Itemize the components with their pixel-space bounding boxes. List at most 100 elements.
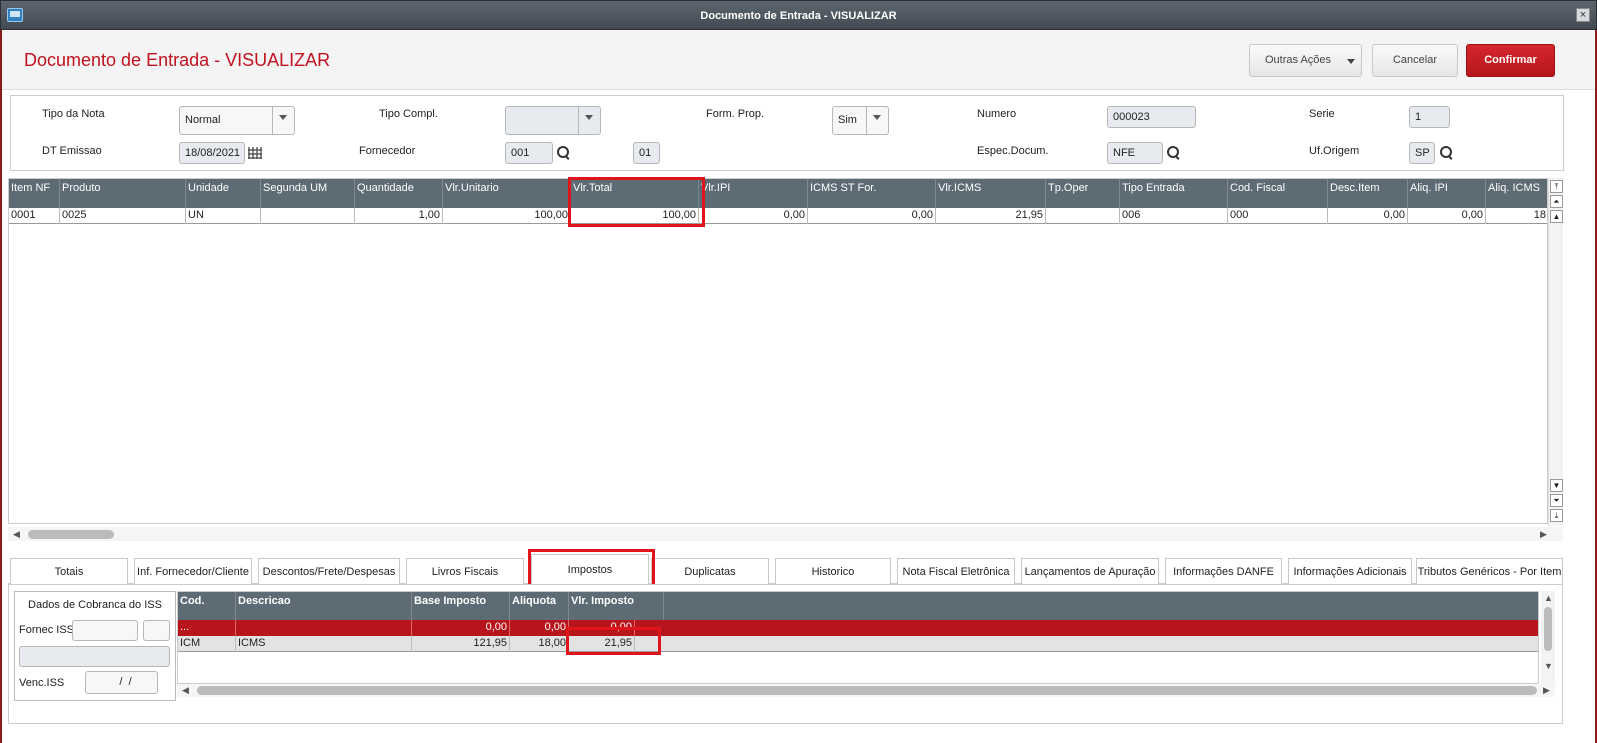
fornecedor-field[interactable]: 001 [505,142,553,164]
cell: 0025 [60,208,186,224]
cell: 0,00 [510,620,569,636]
search-icon[interactable] [1167,146,1181,160]
tab-descontos[interactable]: Descontos/Frete/Despesas [258,558,400,584]
column-header[interactable]: Quantidade [355,179,443,208]
highlight-vlr-total [568,177,705,227]
tax-grid: Cod. Descricao Base Imposto Aliquota Vlr… [177,591,1539,684]
column-header[interactable]: Produto [60,179,186,208]
cancel-button[interactable]: Cancelar [1372,44,1458,77]
scroll-down-icon[interactable]: ▼ [1550,479,1563,492]
page-header: Documento de Entrada - VISUALIZAR Outras… [2,30,1595,90]
dt-emissao-field[interactable]: 18/08/2021 [179,142,245,164]
table-row[interactable]: ICM ICMS 121,95 18,00 21,95 [178,636,1538,652]
scroll-up-icon[interactable]: ▲ [1550,210,1563,223]
column-header[interactable]: Descricao [236,592,412,621]
items-grid-header: Item NF Produto Unidade Segunda UM Quant… [9,179,1547,208]
scroll-thumb[interactable] [1544,607,1552,651]
tab-info-adicionais[interactable]: Informações Adicionais [1288,558,1412,584]
tab-nfe[interactable]: Nota Fiscal Eletrônica [897,558,1015,584]
column-header[interactable]: Tipo Entrada [1120,179,1228,208]
scroll-right-icon[interactable]: ▶ [1543,685,1550,696]
iss-title: Dados de Cobranca do ISS [28,599,162,611]
uf-origem-field[interactable]: SP [1409,142,1435,164]
chevron-down-icon [578,107,600,134]
form-prop-select[interactable]: Sim [832,106,889,135]
more-actions-label: Outras Ações [1265,54,1332,66]
scroll-thumb[interactable] [197,686,1537,695]
column-header[interactable]: Segunda UM [261,179,355,208]
tab-historico[interactable]: Historico [775,558,891,584]
fornec-iss-field[interactable] [72,620,138,641]
scroll-down-icon[interactable]: ▼ [1544,661,1553,671]
cell: 0,00 [412,620,510,636]
tab-danfe[interactable]: Informações DANFE [1165,558,1282,584]
tab-inf-fornecedor[interactable]: Inf. Fornecedor/Cliente [134,558,252,584]
serie-field[interactable]: 1 [1409,106,1450,128]
tab-totais[interactable]: Totais [10,558,128,584]
column-header[interactable]: Base Imposto [412,592,510,621]
column-header[interactable]: Item NF [9,179,60,208]
tax-horizontal-scrollbar[interactable]: ◀ ▶ [177,684,1555,697]
scroll-right-icon[interactable]: ▶ [1540,529,1547,540]
scroll-page-up-icon[interactable]: ⏶ [1550,195,1563,208]
fornec-iss-loja-field[interactable] [143,620,170,641]
scroll-top-icon[interactable]: ⤒ [1550,180,1563,193]
confirm-button[interactable]: Confirmar [1466,44,1555,77]
tipo-nota-value: Normal [185,114,221,126]
scroll-bottom-icon[interactable]: ⤓ [1550,509,1563,522]
tipo-nota-select[interactable]: Normal [179,106,295,135]
tab-bar: Totais Inf. Fornecedor/Cliente Descontos… [8,554,1563,584]
window-title: Documento de Entrada - VISUALIZAR [700,10,897,22]
column-header[interactable]: Vlr.Unitario [443,179,571,208]
items-vertical-scrollbar[interactable]: ⤒ ⏶ ▲ ▼ ⏷ ⤓ [1548,178,1563,526]
tipo-nota-label: Tipo da Nota [42,108,105,120]
cell: ICM [178,636,236,652]
column-header[interactable]: Aliq. IPI [1408,179,1486,208]
column-header[interactable]: Cod. [178,592,236,621]
column-header[interactable]: Cod. Fiscal [1228,179,1328,208]
scroll-page-down-icon[interactable]: ⏷ [1550,494,1563,507]
tipo-compl-select[interactable] [505,106,601,135]
search-icon[interactable] [557,146,571,160]
column-header[interactable]: Desc.Item [1328,179,1408,208]
dt-emissao-label: DT Emissao [42,145,102,157]
form-prop-label: Form. Prop. [706,108,765,120]
loja-field[interactable]: 01 [633,142,660,164]
close-icon[interactable]: × [1576,8,1590,22]
table-row[interactable]: 0001 0025 UN 1,00 100,00 100,00 0,00 0,0… [9,208,1547,224]
cell: 1,00 [355,208,443,224]
espec-docum-field[interactable]: NFE [1107,142,1163,164]
numero-field[interactable]: 000023 [1107,106,1196,128]
column-header[interactable]: Unidade [186,179,261,208]
scroll-up-icon[interactable]: ▲ [1544,593,1553,603]
column-header[interactable]: Aliq. ICMS [1486,179,1547,208]
tax-vertical-scrollbar[interactable]: ▲ ▼ [1541,591,1555,685]
document-form: Tipo da Nota Normal Tipo Compl. Form. Pr… [10,95,1564,171]
column-header[interactable]: Tp.Oper [1046,179,1120,208]
column-header[interactable]: Vlr.IPI [699,179,808,208]
table-row[interactable]: ... 0,00 0,00 0,00 [178,620,1538,636]
search-icon[interactable] [1440,146,1454,160]
chevron-down-icon [866,107,888,134]
tab-lancamentos[interactable]: Lançamentos de Apuração [1021,558,1159,584]
column-header[interactable]: ICMS ST For. [808,179,936,208]
tab-duplicatas[interactable]: Duplicatas [651,558,769,584]
scroll-left-icon[interactable]: ◀ [182,685,189,696]
cell: ... [178,620,236,636]
column-header[interactable]: Vlr. Imposto [569,592,664,621]
cell: 0001 [9,208,60,224]
serie-label: Serie [1309,108,1335,120]
more-actions-button[interactable]: Outras Ações [1249,44,1362,77]
tab-livros-fiscais[interactable]: Livros Fiscais [406,558,524,584]
calendar-icon[interactable] [248,147,262,159]
column-header[interactable]: Vlr.ICMS [936,179,1046,208]
chevron-down-icon [272,107,294,134]
items-horizontal-scrollbar[interactable]: ◀ ▶ [8,527,1563,541]
scroll-thumb[interactable] [28,530,114,539]
tab-tributos[interactable]: Tributos Genéricos - Por Item [1416,558,1563,584]
scroll-left-icon[interactable]: ◀ [13,529,20,540]
iss-box: Dados de Cobranca do ISS Fornec ISS Venc… [14,591,176,701]
column-header[interactable]: Aliquota [510,592,569,621]
venc-iss-field[interactable]: / / [85,671,158,694]
fornec-iss-name-field[interactable] [19,646,170,667]
